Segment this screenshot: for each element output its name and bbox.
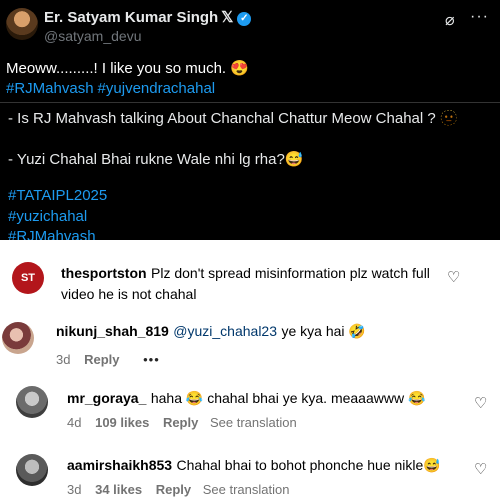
comment-meta: 4d 109 likes Reply See translation — [67, 415, 307, 430]
like-heart-icon[interactable]: ♡ — [474, 394, 487, 412]
comment: thesportston Plz don't spread misinforma… — [61, 263, 441, 305]
commenter-avatar[interactable] — [2, 322, 34, 354]
comment-username[interactable]: aamirshaikh853 — [67, 457, 172, 473]
quoted-text-block: - Is RJ Mahvash talking About Chanchal C… — [0, 102, 500, 245]
comment-username[interactable]: thesportston — [61, 265, 147, 281]
commenter-avatar[interactable] — [16, 386, 48, 418]
author-avatar[interactable] — [6, 8, 38, 40]
hashtag-link[interactable]: #yujvendrachahal — [98, 80, 216, 97]
mention-link[interactable]: @yuzi_chahal23 — [173, 323, 277, 339]
tweet-hashtags: #RJMahvash #yujvendrachahal — [6, 80, 219, 97]
x-logo-icon: 𝕏 — [221, 9, 234, 26]
author-name-text: Er. Satyam Kumar Singh — [44, 9, 219, 26]
comment-text: Plz don't spread misinformation plz watc… — [151, 265, 430, 281]
comment-username[interactable]: mr_goraya_ — [67, 390, 146, 406]
reply-button[interactable]: Reply — [163, 415, 198, 430]
more-options-icon[interactable]: ••• — [143, 352, 160, 367]
hashtag-link[interactable]: #yuzichahal — [8, 208, 87, 225]
likes-count[interactable]: 109 likes — [95, 415, 149, 430]
see-translation-link[interactable]: See translation — [203, 482, 290, 497]
grok-icon[interactable]: ⌀ — [445, 10, 455, 30]
comment: nikunj_shah_819 @yuzi_chahal23 ye kya ha… — [56, 321, 436, 342]
hashtag-link[interactable]: #TATAIPL2025 — [8, 187, 107, 204]
author-name[interactable]: Er. Satyam Kumar Singh 𝕏 ✓ — [44, 8, 252, 26]
reply-button[interactable]: Reply — [156, 482, 191, 497]
tweet-text: Meoww.........! I like you so much. 😍 — [6, 60, 249, 77]
comment-age: 3d — [67, 482, 82, 497]
like-heart-icon[interactable]: ♡ — [447, 268, 460, 286]
like-heart-icon[interactable]: ♡ — [474, 460, 487, 478]
comment-text: haha 😂 chahal bhai ye kya. meaaawww 😂 — [150, 390, 426, 406]
comment: mr_goraya_ haha 😂 chahal bhai ye kya. me… — [67, 388, 447, 409]
see-translation-link[interactable]: See translation — [210, 415, 297, 430]
likes-count[interactable]: 34 likes — [95, 482, 142, 497]
quoted-line-2: - Yuzi Chahal Bhai rukne Wale nhi lg rha… — [8, 151, 304, 168]
quoted-line-1: - Is RJ Mahvash talking About Chanchal C… — [8, 110, 459, 127]
comment-age: 3d — [56, 352, 71, 367]
tweet-card: Er. Satyam Kumar Singh 𝕏 ✓ @satyam_devu ⌀ … — [0, 0, 500, 102]
commenter-avatar[interactable] — [16, 454, 48, 486]
comment-text: ye kya hai 🤣 — [281, 323, 366, 339]
verified-badge-icon: ✓ — [237, 12, 252, 26]
comment-meta: 3d 34 likes Reply See translation — [67, 482, 299, 497]
comment-age: 4d — [67, 415, 82, 430]
hashtag-link[interactable]: #RJMahvash — [6, 80, 94, 97]
author-handle[interactable]: @satyam_devu — [44, 28, 141, 44]
comment-meta: 3d Reply ••• — [56, 352, 170, 367]
comments-section: ST thesportston Plz don't spread misinfo… — [0, 240, 500, 500]
comment-username[interactable]: nikunj_shah_819 — [56, 323, 169, 339]
reply-button[interactable]: Reply — [84, 352, 119, 367]
comment-text: video he is not chahal — [61, 286, 197, 302]
more-options-icon[interactable]: ··· — [470, 8, 489, 26]
comment: aamirshaikh853 Chahal bhai to bohot phon… — [67, 455, 457, 476]
comment-text: Chahal bhai to bohot phonche hue nikle😅 — [176, 457, 441, 473]
commenter-avatar[interactable]: ST — [12, 262, 44, 294]
